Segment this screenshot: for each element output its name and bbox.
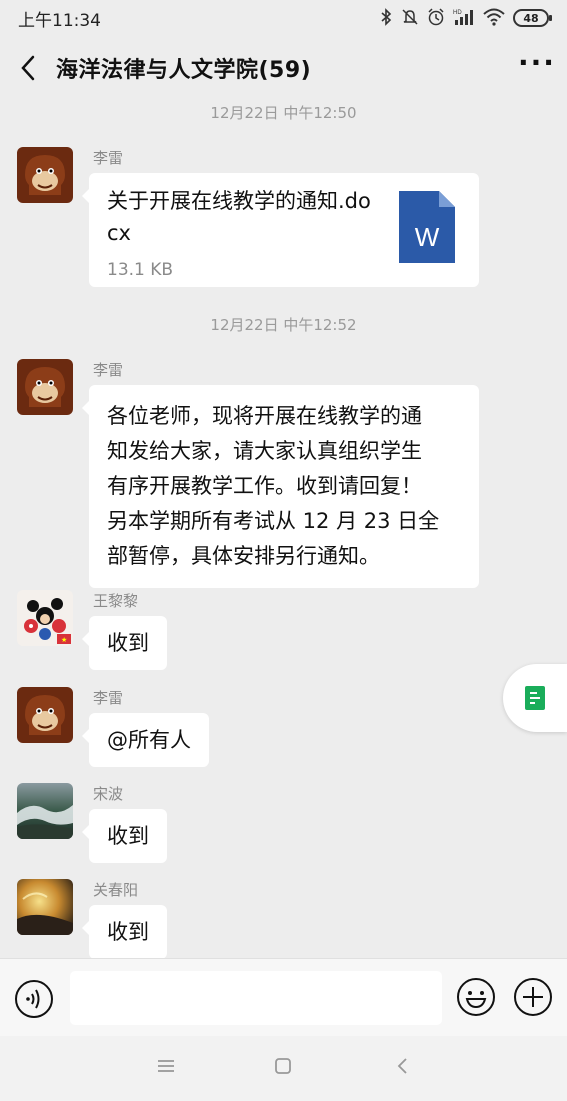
word-document-icon: W [399,191,455,273]
nav-back-button[interactable] [393,1056,413,1080]
emoji-icon [457,978,495,1016]
document-green-icon [525,686,545,710]
sender-name: 李雷 [93,689,124,707]
plus-button[interactable] [513,977,553,1021]
signal-icon: HD [453,8,475,29]
message-line: 部暂停，具体安排另行通知。 [107,544,380,568]
file-message-bubble[interactable]: 关于开展在线教学的通知.docx 13.1 KB W [82,173,479,287]
battery-icon: 48 [513,9,552,27]
text-message-bubble[interactable]: 收到 [82,616,167,670]
mute-icon [401,8,419,29]
menu-icon [158,1060,174,1072]
menu-button[interactable] [156,1056,176,1080]
svg-text:HD: HD [453,10,462,16]
text-message-bubble[interactable]: 收到 [82,905,167,959]
avatar[interactable] [17,359,73,415]
more-button[interactable]: ··· [507,36,567,100]
sender-name: 李雷 [93,149,124,167]
voice-button[interactable] [14,979,54,1023]
home-button[interactable] [273,1056,293,1080]
sender-name: 宋波 [93,785,124,803]
back-button[interactable] [0,36,56,100]
emoji-button[interactable] [456,977,496,1021]
sender-name: 李雷 [93,361,124,379]
message-timestamp: 12月22日 中午12:50 [210,104,357,122]
avatar[interactable] [17,783,73,839]
message-line: 各位老师，现将开展在线教学的通 [107,404,422,428]
message-input[interactable] [70,971,442,1025]
text-message-bubble[interactable]: 各位老师，现将开展在线教学的通 知发给大家，请大家认真组织学生 有序开展教学工作… [82,385,479,588]
home-square-icon [275,1058,291,1074]
chevron-left-icon [21,55,35,81]
file-name: 关于开展在线教学的通知.docx [107,189,371,245]
message-line: 有序开展教学工作。收到请回复！ [107,474,422,498]
system-nav-bar [0,1036,567,1101]
text-message-bubble[interactable]: @所有人 [82,713,209,767]
message-line: 另本学期所有考试从 12 月 23 日全 [107,509,440,533]
plus-icon [514,978,552,1016]
svg-text:★: ★ [61,636,67,644]
avatar[interactable] [17,687,73,743]
avatar[interactable] [17,147,73,203]
text-message-bubble[interactable]: 收到 [82,809,167,863]
bluetooth-icon [379,7,393,29]
avatar[interactable] [17,879,73,935]
sender-name: 关春阳 [93,881,139,899]
wifi-icon [483,8,505,29]
voice-icon [15,980,53,1018]
status-bar: 上午11:34 HD 48 [0,0,567,36]
avatar[interactable]: ★ [17,590,73,646]
floating-doc-tab[interactable] [503,664,567,732]
chat-header: 海洋法律与人文学院(59) ··· [0,36,567,100]
status-time: 上午11:34 [18,10,101,31]
sender-name: 王黎黎 [93,592,139,610]
word-letter: W [415,222,440,252]
message-line: 知发给大家，请大家认真组织学生 [107,439,422,463]
back-triangle-icon [397,1058,407,1074]
status-icons: HD 48 [379,7,552,29]
alarm-icon [427,7,445,29]
chat-title: 海洋法律与人文学院(59) [56,58,312,83]
input-bar [0,958,567,1036]
message-timestamp: 12月22日 中午12:52 [210,316,357,334]
